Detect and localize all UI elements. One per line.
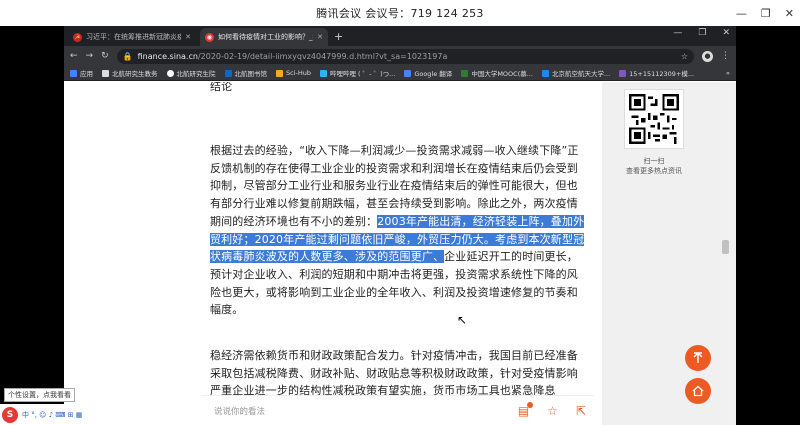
- arrow-up-icon: [693, 352, 703, 363]
- window-controls: — ❐ ✕: [736, 0, 794, 26]
- bookmark-apps[interactable]: 应用: [70, 68, 93, 78]
- translate-icon: [404, 69, 412, 77]
- diamond-icon: [619, 69, 627, 77]
- scrollbar-thumb[interactable]: [722, 240, 729, 254]
- article-paragraph: 根据过去的经验，“收入下降—利润减少—投资需求减弱—收入继续下降”正反馈机制的存…: [210, 144, 585, 317]
- bookmark-item[interactable]: 北航研究生教务: [102, 68, 158, 78]
- ime-tooltip: 个性设置，点我看看: [4, 388, 75, 402]
- favorite-star-icon[interactable]: ☆: [547, 405, 558, 417]
- reload-icon[interactable]: ↻: [101, 51, 109, 61]
- bookmarks-bar: 应用 北航研究生教务 北航研究生院 北航图书馆 Sci-Hub 哔哩哔哩 ( ゜…: [64, 66, 736, 81]
- comment-icon[interactable]: ▤: [518, 401, 534, 417]
- library-icon: [224, 69, 232, 77]
- bookmark-item[interactable]: Sci-Hub: [276, 69, 311, 77]
- minimize-icon[interactable]: —: [736, 7, 747, 20]
- qr-caption-scan: 扫一扫: [643, 157, 665, 165]
- meeting-title: 腾讯会议 会议号：719 124 253: [316, 7, 484, 20]
- close-icon[interactable]: ✕: [722, 28, 730, 38]
- comment-input[interactable]: 说说你的看法: [214, 405, 265, 417]
- minimize-icon[interactable]: —: [673, 28, 682, 38]
- bilibili-icon: [319, 69, 327, 77]
- new-tab-icon[interactable]: +: [334, 30, 343, 43]
- browser-tab-2[interactable]: ◉ 如何看待疫情对工业的影响？_新 ✕: [200, 28, 328, 46]
- meeting-title-bar: 腾讯会议 会议号：719 124 253 — ❐ ✕: [0, 0, 800, 26]
- browser-toolbar: ← → ↻ 🔒 finance.sina.cn/2020-02-19/detai…: [64, 46, 736, 66]
- article-body: 结论 根据过去的经验，“收入下降—利润减少—投资需求减弱—收入继续下降”正反馈机…: [64, 82, 602, 425]
- profile-avatar[interactable]: ●: [702, 50, 713, 62]
- mouse-cursor: ↖: [457, 313, 468, 327]
- section-heading: 结论: [210, 82, 233, 93]
- lock-icon: 🔒: [122, 51, 133, 61]
- sogou-logo-icon[interactable]: S: [2, 406, 18, 423]
- back-to-top-button[interactable]: [685, 345, 711, 371]
- sina-logo-icon: ◉: [205, 32, 214, 42]
- tab-close-icon[interactable]: ✕: [317, 33, 323, 41]
- bookmark-item[interactable]: 北航图书馆: [224, 68, 267, 78]
- bookmark-item[interactable]: Google 翻译: [404, 68, 452, 78]
- tab-label: 习近平：在统筹推进新冠肺炎疫: [86, 33, 182, 41]
- close-icon[interactable]: ✕: [785, 7, 794, 20]
- comment-bar: 说说你的看法 ▤ ☆ ⇱: [202, 395, 594, 425]
- qr-caption-more: 查看更多热点资讯: [626, 167, 682, 175]
- bookmark-item[interactable]: 北航研究生院: [166, 68, 216, 78]
- star-icon[interactable]: ☆: [681, 52, 688, 61]
- restore-icon[interactable]: ❐: [761, 7, 771, 20]
- scihub-icon: [276, 69, 283, 77]
- globe-icon: [166, 69, 174, 77]
- qr-code-icon: [629, 94, 679, 144]
- bookmark-item[interactable]: 北京航空航天大学...: [541, 68, 610, 78]
- bookmark-item[interactable]: 哔哩哔哩 ( ゜- ゜)つ...: [319, 68, 395, 78]
- forward-icon[interactable]: →: [86, 51, 94, 61]
- tab-label: 如何看待疫情对工业的影响？_新: [218, 33, 314, 41]
- restore-icon[interactable]: ❐: [698, 28, 706, 38]
- url-path: /2020-02-19/detail-iimxyqvz4047999.d.htm…: [197, 51, 448, 61]
- page-icon: [102, 69, 109, 77]
- qr-code: [624, 89, 684, 149]
- more-bookmarks-icon[interactable]: »: [726, 69, 730, 77]
- web-page: 结论 根据过去的经验，“收入下降—利润减少—投资需求减弱—收入继续下降”正反馈机…: [64, 82, 736, 425]
- bookmark-item[interactable]: 中国大学MOOC(慕...: [461, 68, 533, 78]
- address-bar[interactable]: 🔒 finance.sina.cn/2020-02-19/detail-iimx…: [116, 48, 694, 64]
- shared-screen: ☭ 习近平：在统筹推进新冠肺炎疫 ✕ ◉ 如何看待疫情对工业的影响？_新 ✕ +…: [64, 26, 736, 425]
- tab-strip: ☭ 习近平：在统筹推进新冠肺炎疫 ✕ ◉ 如何看待疫情对工业的影响？_新 ✕ +…: [64, 26, 736, 46]
- tab-close-icon[interactable]: ✕: [185, 33, 191, 41]
- ime-toolbar: S 中 °, ☺ ♪ ⌨ ⊞ ▦: [0, 404, 130, 425]
- home-button[interactable]: [685, 378, 711, 404]
- menu-icon[interactable]: ⋮: [721, 51, 730, 61]
- back-icon[interactable]: ←: [70, 51, 78, 61]
- party-emblem-icon: ☭: [73, 32, 82, 42]
- page-scrollbar[interactable]: [721, 82, 730, 425]
- buaa-icon: [541, 69, 549, 77]
- url-host: finance.sina.cn: [137, 51, 198, 61]
- browser-window-controls: — ❐ ✕: [673, 28, 730, 38]
- ime-tool-icons[interactable]: 中 °, ☺ ♪ ⌨ ⊞ ▦: [22, 410, 82, 420]
- mooc-icon: [461, 69, 469, 77]
- browser-tab-1[interactable]: ☭ 习近平：在统筹推进新冠肺炎疫 ✕: [68, 28, 196, 46]
- home-icon: [692, 385, 704, 397]
- apps-grid-icon: [70, 69, 77, 77]
- bookmark-item[interactable]: 15+15112309+模...: [619, 68, 694, 78]
- share-icon[interactable]: ⇱: [576, 405, 586, 417]
